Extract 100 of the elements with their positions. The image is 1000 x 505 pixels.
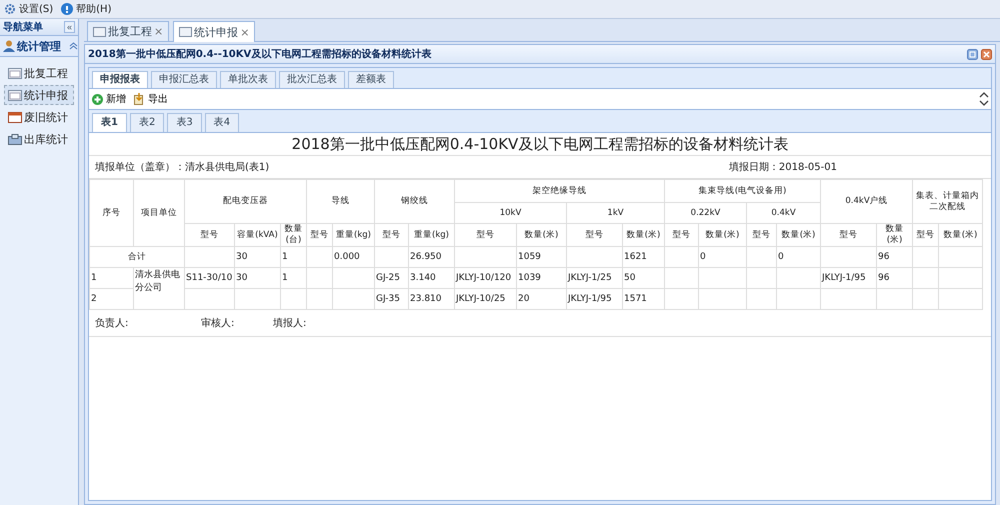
column-header: 型号 [664, 224, 698, 246]
tab[interactable]: 表1 [92, 113, 127, 132]
column-header: 型号 [566, 224, 622, 246]
column-header: 数量(台) [280, 224, 306, 246]
tab[interactable]: 批复工程 × [87, 21, 170, 41]
calendar-icon [8, 112, 22, 122]
table-cell: 1059 [518, 252, 541, 262]
table-cell: 30 [236, 252, 248, 262]
plus-icon [92, 94, 103, 104]
table-cell: 3.140 [410, 273, 436, 283]
column-header: 容量(kVA) [234, 224, 280, 246]
table-cell: 30 [236, 273, 248, 283]
window-icon [8, 90, 22, 100]
gear-icon [4, 3, 16, 15]
column-header: 数量(米) [776, 224, 821, 246]
unit-label: 填报单位（盖章）：清水县供电局(表1) [95, 160, 270, 174]
column-header: 配电变压器 [184, 180, 306, 224]
sidebar-title: 导航菜单 [3, 20, 43, 34]
restore-icon[interactable] [967, 48, 978, 60]
column-header: 项目单位 [134, 180, 184, 246]
close-icon[interactable] [981, 48, 992, 60]
column-header: 集束导线(电气设备用) [664, 180, 821, 202]
column-header: 重量(kg) [332, 224, 374, 246]
total-label: 合计 [90, 246, 184, 268]
column-header: 型号 [912, 224, 939, 246]
collapse-button[interactable]: « [64, 21, 75, 33]
sidebar-item[interactable]: 废旧统计 [4, 107, 74, 127]
tab-label: 批复工程 [108, 24, 152, 39]
tab[interactable]: 表4 [204, 113, 240, 132]
tab[interactable]: 申报报表 [92, 71, 148, 88]
column-header: 架空绝缘导线 [454, 180, 664, 202]
table-cell: 0 [700, 252, 706, 262]
sidebar-item[interactable]: 统计申报 [4, 85, 74, 105]
group-label: 统计管理 [17, 38, 61, 54]
table-cell: JKLYJ-1/95 [822, 273, 866, 283]
help-icon [61, 3, 74, 15]
toolbar-button[interactable]: 新增 [92, 92, 126, 106]
table-cell: 20 [518, 294, 530, 304]
column-header: 序号 [90, 180, 134, 246]
tab[interactable]: 单批次表 [220, 71, 276, 88]
table-cell: 96 [878, 252, 890, 262]
table-cell: JKLYJ-10/120 [456, 273, 512, 283]
date-label: 填报日期：2018-05-01 [728, 160, 837, 174]
column-header: 集表、计量箱内二次配线 [912, 180, 983, 224]
tab[interactable]: 表2 [130, 113, 164, 132]
sidebar-item[interactable]: 出库统计 [4, 129, 74, 149]
export-icon [134, 93, 145, 105]
window-icon [179, 27, 192, 37]
tab[interactable]: 差额表 [348, 71, 394, 88]
column-header: 型号 [374, 224, 408, 246]
column-header: 数量(米) [938, 224, 983, 246]
table-cell: S11-30/10 [186, 273, 232, 283]
column-header: 型号 [184, 224, 234, 246]
table-cell: 23.810 [410, 294, 442, 304]
column-header: 数量(米) [622, 224, 664, 246]
column-header: 10kV [454, 202, 566, 224]
tab[interactable]: 批次汇总表 [279, 71, 345, 88]
table-cell: 1571 [624, 294, 647, 304]
table-cell: 1621 [624, 252, 647, 262]
column-header: 数量(米) [516, 224, 566, 246]
user-icon [3, 40, 15, 52]
signature-label: 审核人: [201, 316, 236, 330]
table-cell: 0 [778, 252, 784, 262]
sidebar-item[interactable]: 批复工程 [4, 63, 74, 83]
column-header: 导线 [306, 180, 374, 224]
table-cell: JKLYJ-1/25 [568, 273, 612, 283]
column-header: 型号 [746, 224, 776, 246]
tab[interactable]: 表3 [167, 113, 202, 132]
tab-label: 统计申报 [194, 24, 238, 40]
tab[interactable]: 申报汇总表 [151, 71, 217, 88]
close-icon[interactable]: × [154, 25, 164, 38]
menu-item[interactable]: 帮助(H) [61, 2, 112, 16]
table-cell: 26.950 [410, 252, 442, 262]
column-header: 数量(米) [876, 224, 913, 246]
column-header: 型号 [454, 224, 516, 246]
column-header: 重量(kg) [408, 224, 454, 246]
table-cell: 清水县供电分公司 [135, 270, 180, 293]
column-header: 数量(米) [698, 224, 746, 246]
panel-title: 2018第一批中低压配网0.4--10KV及以下电网工程需招标的设备材料统计表 [88, 48, 432, 61]
column-header: 0.22kV [664, 202, 746, 224]
column-header: 型号 [820, 224, 877, 246]
menu-item[interactable]: 设置(S) [4, 2, 54, 16]
signature-label: 填报人: [273, 316, 306, 330]
column-header: 钢绞线 [374, 180, 454, 224]
table-cell: 1 [282, 273, 288, 283]
column-header: 型号 [306, 224, 332, 246]
table-cell: 2 [91, 294, 97, 304]
tab[interactable]: 统计申报 × [173, 21, 256, 42]
table-cell: 0.000 [334, 252, 360, 262]
box-icon [8, 134, 22, 144]
window-icon [93, 26, 106, 36]
column-header: 0.4kV户线 [820, 180, 913, 224]
column-header: 1kV [566, 202, 664, 224]
table-cell: 50 [624, 273, 636, 283]
scroll-arrows-icon[interactable] [979, 91, 989, 107]
table-cell: GJ-35 [376, 294, 400, 304]
toolbar-button[interactable]: 导出 [134, 92, 168, 106]
close-icon[interactable]: × [240, 26, 250, 38]
signature-label: 负责人: [95, 316, 130, 330]
table-cell: JKLYJ-1/95 [568, 294, 612, 304]
